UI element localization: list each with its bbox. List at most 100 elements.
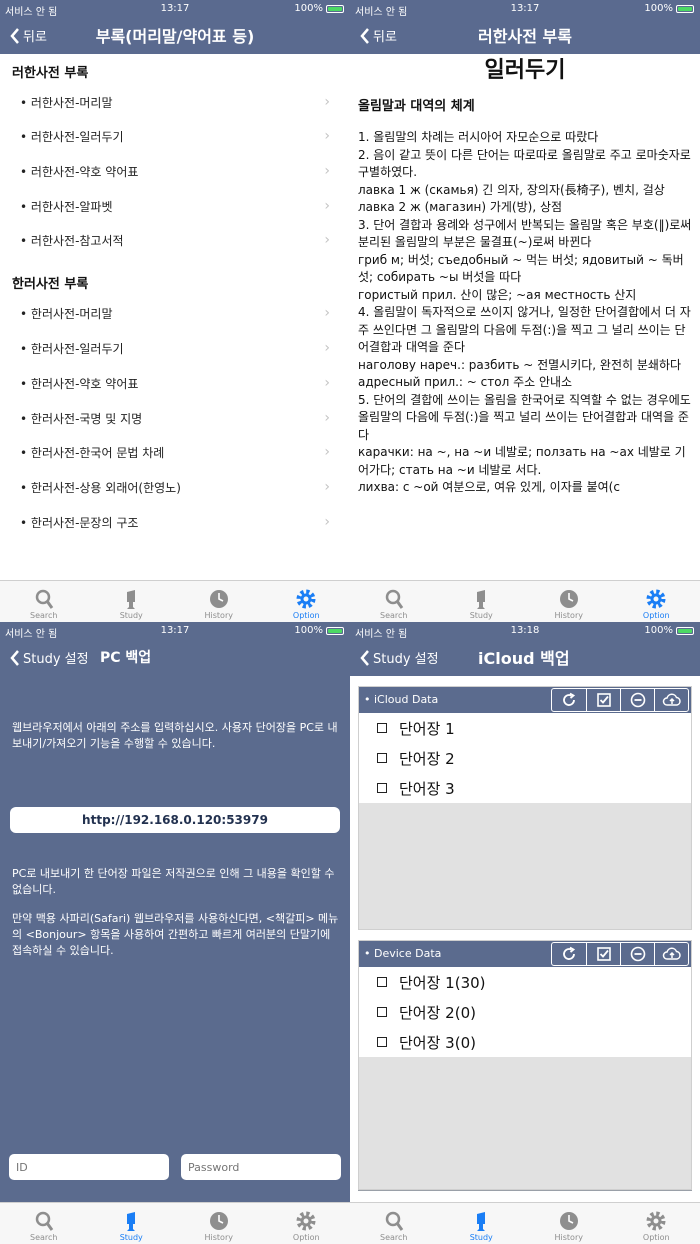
- list-item[interactable]: 한러사전-머리말›: [20, 301, 330, 325]
- navigation-bar: Study 설정 iCloud 백업: [350, 640, 700, 676]
- tab-option[interactable]: Option: [263, 581, 351, 622]
- section-header: 러한사전 부록: [12, 66, 89, 81]
- page-title: 부록(머리말/약어표 등): [95, 27, 255, 46]
- tab-study[interactable]: Study: [88, 1203, 176, 1244]
- checkbox[interactable]: [377, 1037, 387, 1047]
- status-bar: 서비스 안 됨 13:17 100%: [350, 0, 700, 18]
- tab-option[interactable]: Option: [613, 581, 700, 622]
- chevron-right-icon: ›: [324, 128, 330, 144]
- list-item[interactable]: 한러사전-국명 및 지명›: [20, 406, 330, 430]
- study-icon: [477, 1212, 486, 1231]
- tab-search[interactable]: Search: [0, 1203, 88, 1244]
- list-item[interactable]: 한러사전-상용 외래어(한영노)›: [20, 475, 330, 499]
- chevron-right-icon: ›: [324, 198, 330, 214]
- study-icon: [127, 1212, 136, 1231]
- list-item[interactable]: 한러사전-한국어 문법 차례›: [20, 440, 330, 464]
- tab-history[interactable]: History: [175, 1203, 263, 1244]
- tab-study[interactable]: Study: [438, 1203, 526, 1244]
- back-button[interactable]: Study 설정: [360, 648, 439, 667]
- gear-icon: [296, 589, 316, 609]
- list-item[interactable]: 한러사전-일러두기›: [20, 336, 330, 360]
- refresh-button[interactable]: [552, 943, 586, 965]
- list-item[interactable]: 러한사전-머리말›: [20, 90, 330, 114]
- status-bar: 서비스 안 됨 13:17 100%: [0, 0, 350, 18]
- doc-line: гористый прил. 산이 많은; ~ая местность 산지: [358, 287, 637, 302]
- screen-appendix-list: 서비스 안 됨 13:17 100% 뒤로 부록(머리말/약어표 등) 러한사전…: [0, 0, 350, 622]
- refresh-icon: [563, 946, 576, 960]
- chevron-right-icon: ›: [324, 444, 330, 460]
- section-header: 한러사전 부록: [12, 277, 89, 292]
- tab-history[interactable]: History: [175, 581, 263, 622]
- chevron-right-icon: ›: [324, 94, 330, 110]
- screen-icloud-backup: 서비스 안 됨 13:18 100% Study 설정 iCloud 백업 • …: [350, 622, 700, 1244]
- tab-search[interactable]: Search: [350, 1203, 438, 1244]
- chevron-right-icon: ›: [324, 410, 330, 426]
- cloud-upload-icon: [662, 947, 681, 960]
- list-item[interactable]: 러한사전-알파벳›: [20, 194, 330, 218]
- minus-circle-icon: [630, 692, 645, 708]
- back-button[interactable]: Study 설정: [10, 648, 89, 667]
- select-all-button[interactable]: [586, 943, 620, 965]
- section-header: • iCloud Data: [359, 687, 691, 713]
- password-field[interactable]: [181, 1154, 341, 1180]
- device-list: 단어장 1(30) 단어장 2(0) 단어장 3(0): [359, 967, 691, 1057]
- list-item[interactable]: 러한사전-일러두기›: [20, 124, 330, 148]
- cloud-button[interactable]: [654, 943, 688, 965]
- list-item[interactable]: 단어장 2: [359, 743, 691, 773]
- doc-line: карачки: на ~, на ~и 네발로; ползать на ~ах…: [358, 445, 686, 477]
- refresh-button[interactable]: [552, 689, 586, 711]
- cloud-button[interactable]: [654, 689, 688, 711]
- tab-history[interactable]: History: [525, 581, 613, 622]
- list-item[interactable]: 단어장 1: [359, 713, 691, 743]
- tab-history[interactable]: History: [525, 1203, 613, 1244]
- refresh-icon: [563, 692, 576, 706]
- checkbox[interactable]: [377, 723, 387, 733]
- safari-note: 만약 맥용 사파리(Safari) 웹브라우저를 사용하신다면, <책갈피> 메…: [12, 912, 339, 957]
- list-item[interactable]: 러한사전-약호 약어표›: [20, 159, 330, 183]
- tab-study[interactable]: Study: [88, 581, 176, 622]
- page-title: 러한사전 부록: [478, 27, 572, 46]
- tab-bar: Search Study History Option: [0, 1202, 350, 1244]
- chevron-right-icon: ›: [324, 479, 330, 495]
- document-body[interactable]: 일러두기 올림말과 대역의 체계 1. 올림말의 차례는 러시아어 자모순으로 …: [350, 54, 700, 580]
- list-item[interactable]: 단어장 1(30): [359, 967, 691, 997]
- appendix-list: 러한사전 부록 러한사전-머리말› 러한사전-일러두기› 러한사전-약호 약어표…: [0, 54, 350, 580]
- doc-line: 1. 올림말의 차례는 러시아어 자모순으로 따랐다: [358, 130, 599, 144]
- list-item[interactable]: 단어장 3(0): [359, 1027, 691, 1057]
- chevron-right-icon: ›: [324, 514, 330, 530]
- list-item[interactable]: 한러사전-문장의 구조›: [20, 510, 330, 534]
- id-field[interactable]: [9, 1154, 169, 1180]
- chevron-right-icon: ›: [324, 340, 330, 356]
- study-icon: [477, 590, 486, 609]
- checkbox[interactable]: [377, 753, 387, 763]
- study-icon: [127, 590, 136, 609]
- chevron-left-icon: [10, 649, 19, 666]
- screen-document: 서비스 안 됨 13:17 100% 뒤로 러한사전 부록 일러두기 올림말과 …: [350, 0, 700, 622]
- chevron-right-icon: ›: [324, 232, 330, 248]
- status-bar: 서비스 안 됨 13:17 100%: [0, 622, 350, 640]
- tab-search[interactable]: Search: [0, 581, 88, 622]
- list-item[interactable]: 러한사전-참고서적›: [20, 228, 330, 252]
- screen-pc-backup: 서비스 안 됨 13:17 100% Study 설정 PC 백업 웹브라우저에…: [0, 622, 350, 1244]
- toolbar: [551, 942, 689, 966]
- checkbox[interactable]: [377, 1007, 387, 1017]
- doc-line: 3. 단어 결합과 용례와 성구에서 반복되는 올림말 혹은 부호(‖)로써 분…: [358, 217, 692, 250]
- battery-label: 100%: [644, 3, 673, 14]
- delete-button[interactable]: [620, 689, 654, 711]
- delete-button[interactable]: [620, 943, 654, 965]
- checkbox[interactable]: [377, 783, 387, 793]
- checkbox[interactable]: [377, 977, 387, 987]
- tab-search[interactable]: Search: [350, 581, 438, 622]
- list-item[interactable]: 한러사전-약호 약어표›: [20, 371, 330, 395]
- tab-option[interactable]: Option: [263, 1203, 351, 1244]
- chevron-right-icon: ›: [324, 305, 330, 321]
- list-item[interactable]: 단어장 2(0): [359, 997, 691, 1027]
- doc-line: 5. 단어의 결합에 쓰이는 올림을 한국어로 직역할 수 없는 경우에도 올림…: [358, 392, 691, 442]
- tab-bar: Search Study History Option: [350, 580, 700, 622]
- select-all-button[interactable]: [586, 689, 620, 711]
- tab-study[interactable]: Study: [438, 581, 526, 622]
- clock-icon: [209, 1212, 228, 1230]
- tab-option[interactable]: Option: [613, 1203, 700, 1244]
- list-item[interactable]: 단어장 3: [359, 773, 691, 803]
- chevron-right-icon: ›: [324, 375, 330, 391]
